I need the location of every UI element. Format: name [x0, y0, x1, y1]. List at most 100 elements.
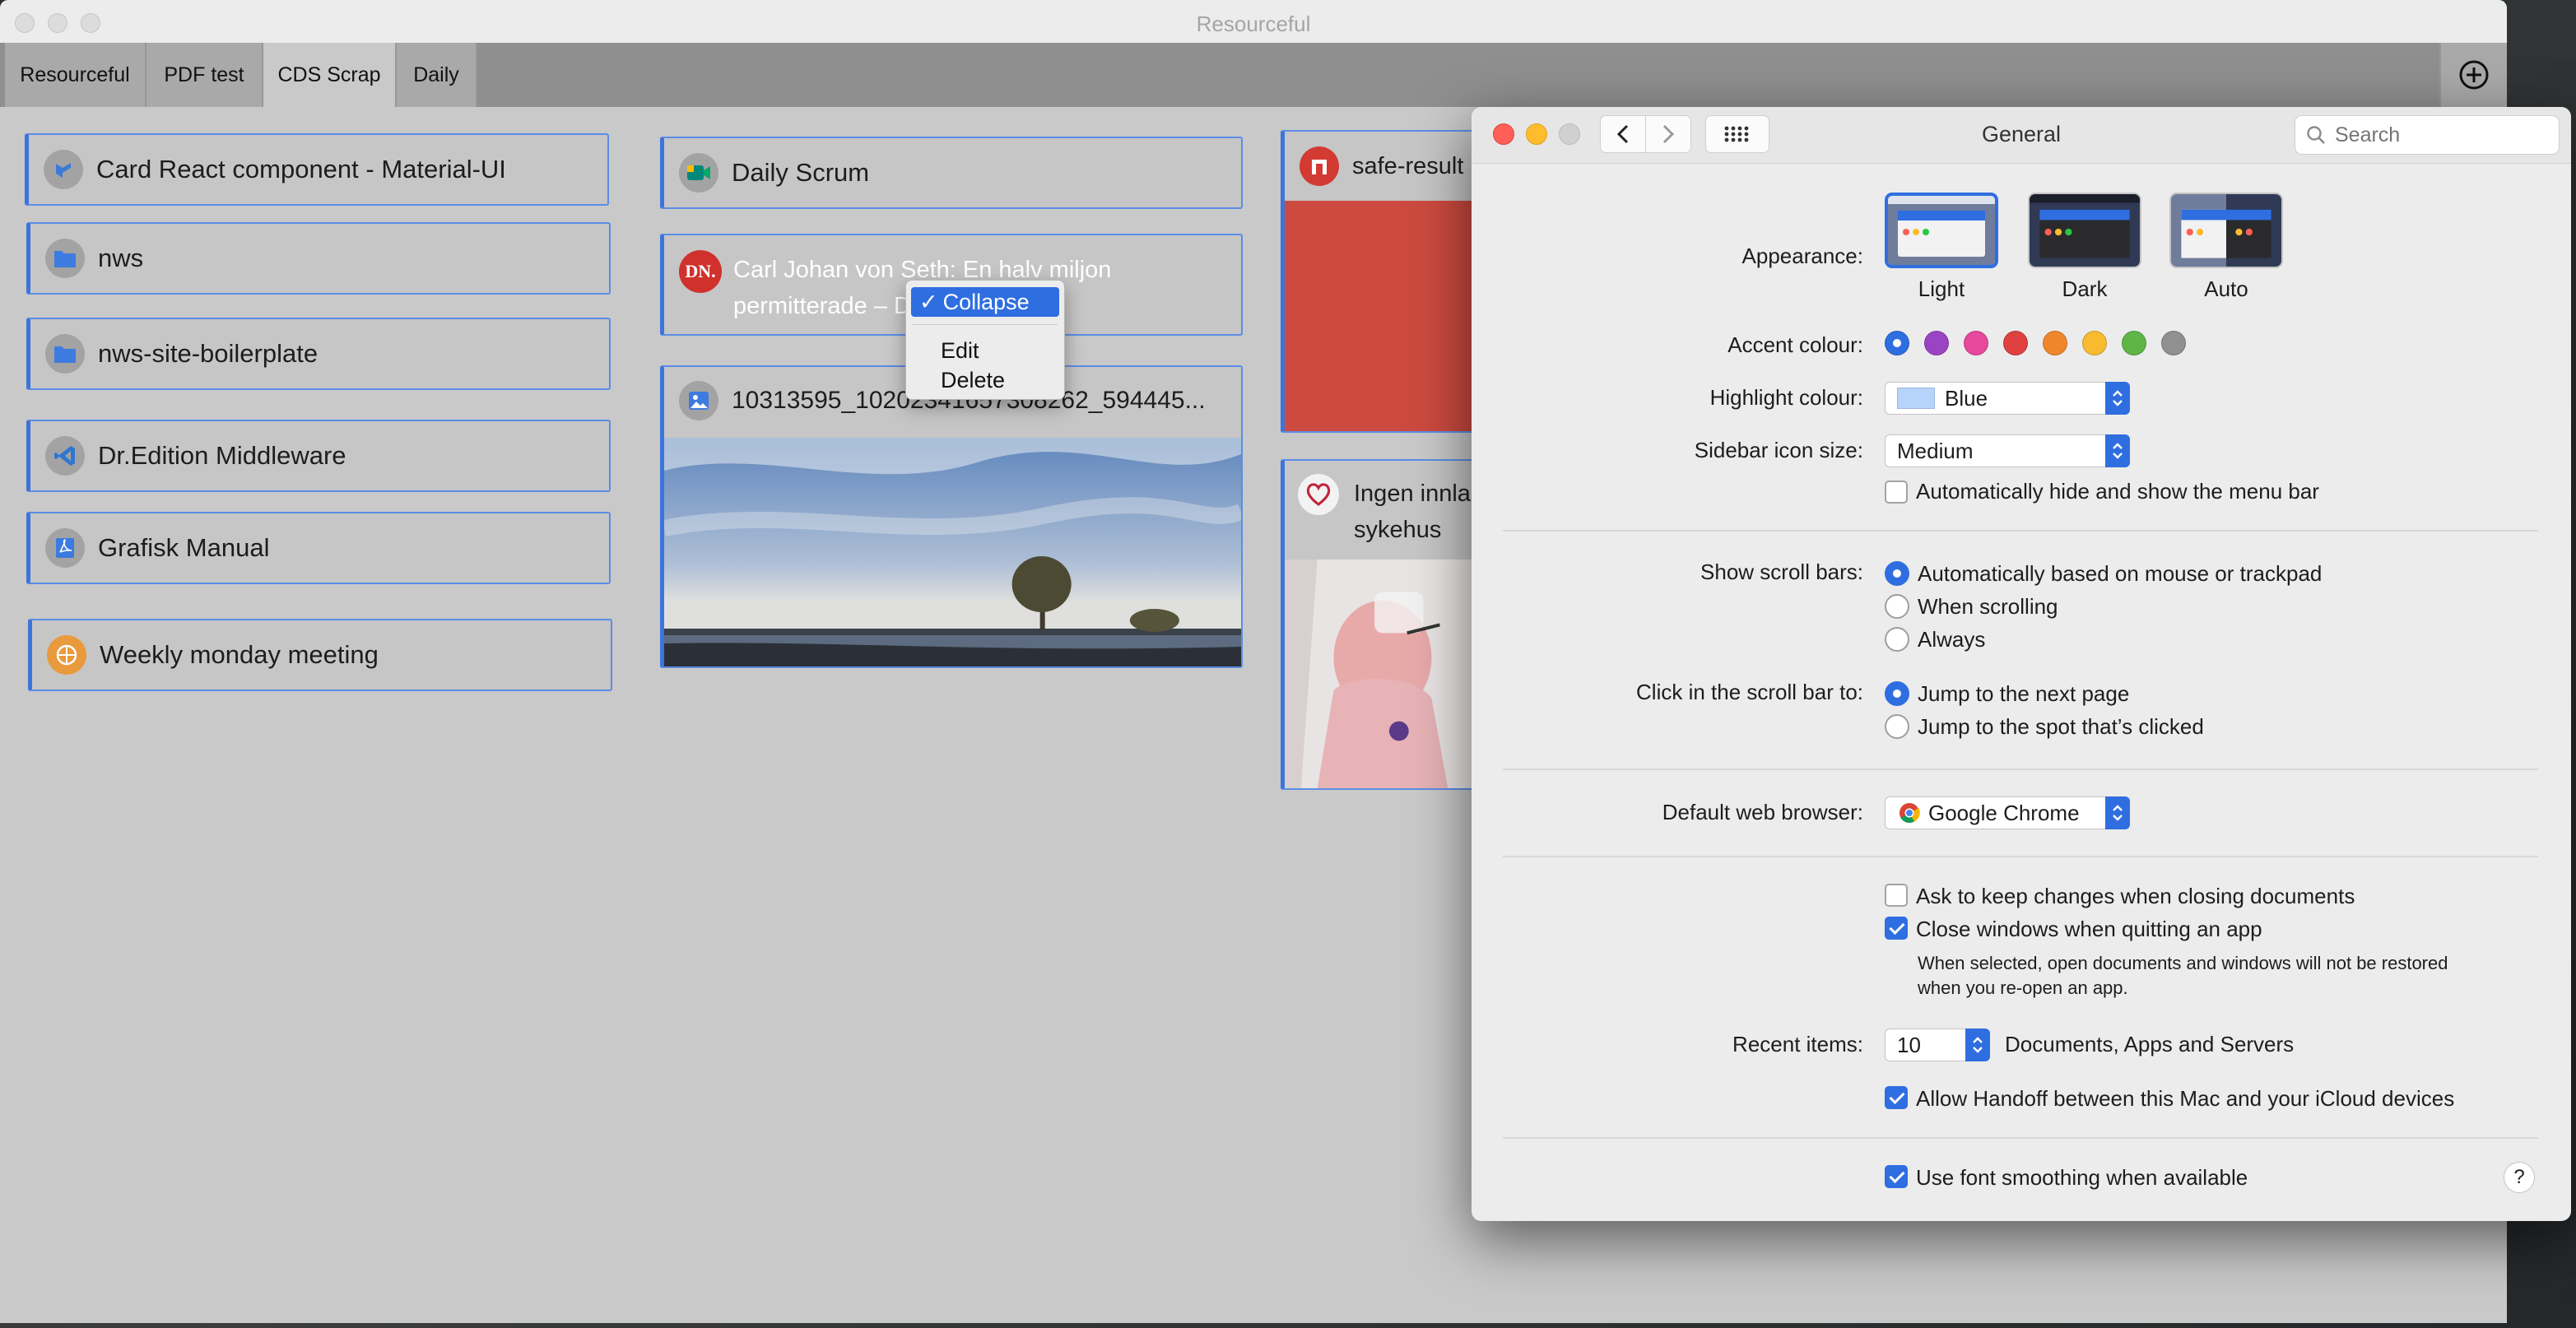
tab-daily[interactable]: Daily	[397, 43, 477, 107]
sidebar-icon-size-label: Sidebar icon size:	[1694, 438, 1863, 462]
tab-pdf-test[interactable]: PDF test	[146, 43, 263, 107]
add-board-button[interactable]	[2439, 43, 2507, 107]
appearance-light-option[interactable]	[1885, 193, 1998, 268]
appearance-dark-label: Dark	[2062, 276, 2108, 301]
auto-hide-menu-bar-label: Automatically hide and show the menu bar	[1916, 479, 2319, 504]
accent-colour-label: Accent colour:	[1727, 332, 1863, 357]
scroll-bars-automatic-radio[interactable]	[1885, 561, 1909, 586]
highlight-colour-swatch	[1897, 388, 1935, 409]
jump-spot-clicked-radio[interactable]	[1885, 714, 1909, 739]
card-ingen-innla[interactable]: Ingen innla sykehus	[1281, 459, 1478, 790]
show-scroll-bars-label: Show scroll bars:	[1700, 560, 1863, 584]
chevron-up-down-icon	[2105, 434, 2130, 467]
font-smoothing-label: Use font smoothing when available	[1916, 1165, 2248, 1190]
card-safe-result[interactable]: safe-result	[1281, 130, 1478, 433]
plus-circle-icon	[2459, 60, 2489, 90]
board-tab-bar: Resourceful PDF test CDS Scrap Daily	[0, 43, 2507, 107]
sidebar-icon-size-value: Medium	[1897, 438, 1974, 463]
safe-logo-icon	[1300, 146, 1339, 186]
google-meet-icon	[679, 153, 718, 193]
search-input[interactable]	[2333, 122, 2534, 148]
close-window-button[interactable]	[1493, 123, 1514, 145]
card-grafisk-manual[interactable]: Grafisk Manual	[26, 512, 611, 584]
click-scroll-bar-label: Click in the scroll bar to:	[1636, 680, 1863, 704]
accent-colour-swatch[interactable]	[2003, 331, 2028, 355]
divider	[1503, 1137, 2538, 1139]
appearance-light-label: Light	[1918, 276, 1965, 301]
menu-item-collapse[interactable]: ✓ Collapse	[911, 287, 1059, 317]
zoom-window-button[interactable]	[1559, 123, 1580, 145]
menu-item-delete[interactable]: Delete	[941, 368, 1005, 393]
default-browser-popup[interactable]: Google Chrome	[1885, 796, 2130, 829]
image-preview	[1285, 560, 1476, 788]
card-nws[interactable]: nws	[26, 222, 611, 295]
card-nws-site-boilerplate[interactable]: nws-site-boilerplate	[26, 318, 611, 390]
card-title-line: sykehus	[1354, 517, 1442, 543]
accent-colour-swatch[interactable]	[2043, 331, 2067, 355]
sidebar-icon-size-popup[interactable]: Medium	[1885, 434, 2130, 467]
scroll-bars-when-scrolling-radio[interactable]	[1885, 594, 1909, 619]
card-title: Grafisk Manual	[98, 533, 270, 562]
card-material-ui[interactable]: Card React component - Material-UI	[25, 133, 609, 206]
accent-colour-swatch[interactable]	[2082, 331, 2107, 355]
ask-keep-changes-checkbox[interactable]	[1885, 884, 1908, 907]
card-title: nws	[98, 244, 144, 272]
card-title: safe-result	[1352, 152, 1464, 179]
help-button[interactable]: ?	[2504, 1162, 2535, 1193]
back-button[interactable]	[1600, 115, 1646, 153]
accent-colour-swatch[interactable]	[1964, 331, 1988, 355]
auto-hide-menu-bar-checkbox[interactable]	[1885, 481, 1908, 504]
jump-spot-clicked-label: Jump to the spot that’s clicked	[1918, 714, 2204, 739]
card-title: Card React component - Material-UI	[96, 155, 506, 183]
meeting-icon	[47, 635, 86, 675]
chevron-up-down-icon	[1965, 1029, 1990, 1061]
chevron-right-icon	[1662, 124, 1675, 144]
close-windows-label: Close windows when quitting an app	[1916, 917, 2262, 941]
card-title-line: Ingen innla	[1354, 481, 1471, 507]
close-windows-note: When selected, open documents and window…	[1918, 951, 2448, 1001]
close-windows-checkbox[interactable]	[1885, 917, 1908, 940]
card-title: Dr.Edition Middleware	[98, 441, 346, 470]
menu-separator	[913, 324, 1058, 325]
forward-button[interactable]	[1645, 115, 1691, 153]
accent-colour-swatch[interactable]	[1885, 331, 1909, 355]
tab-cds-scrap[interactable]: CDS Scrap	[263, 43, 397, 107]
tab-resourceful[interactable]: Resourceful	[5, 43, 146, 107]
font-smoothing-checkbox[interactable]	[1885, 1165, 1908, 1188]
ask-keep-changes-label: Ask to keep changes when closing documen…	[1916, 884, 2355, 908]
card-title: Daily Scrum	[732, 158, 870, 187]
grid-icon	[1724, 126, 1749, 142]
card-daily-scrum[interactable]: Daily Scrum	[660, 137, 1243, 209]
appearance-dark-option[interactable]	[2028, 193, 2141, 268]
default-browser-value: Google Chrome	[1928, 800, 2080, 825]
image-preview	[1285, 201, 1476, 431]
minimize-window-button[interactable]	[1526, 123, 1547, 145]
chrome-icon	[1899, 803, 1920, 824]
accent-colour-swatch[interactable]	[1924, 331, 1949, 355]
recent-items-popup[interactable]: 10	[1885, 1029, 1990, 1061]
checkmark-icon: ✓	[919, 289, 938, 314]
handoff-label: Allow Handoff between this Mac and your …	[1916, 1086, 2455, 1111]
note-line: when you re-open an app.	[1918, 977, 2128, 998]
card-weekly-monday-meeting[interactable]: Weekly monday meeting	[28, 619, 612, 691]
material-ui-icon	[44, 150, 83, 189]
appearance-auto-option[interactable]	[2169, 193, 2283, 268]
search-field[interactable]	[2295, 115, 2560, 155]
highlight-colour-popup[interactable]: Blue	[1885, 382, 2130, 415]
accent-colour-swatch[interactable]	[2122, 331, 2146, 355]
menu-item-edit[interactable]: Edit	[941, 338, 979, 364]
card-title: nws-site-boilerplate	[98, 339, 319, 368]
card-dr-edition-middleware[interactable]: Dr.Edition Middleware	[26, 420, 611, 492]
scroll-bars-when-scrolling-label: When scrolling	[1918, 594, 2058, 619]
recent-items-suffix: Documents, Apps and Servers	[2005, 1032, 2295, 1056]
jump-next-page-radio[interactable]	[1885, 681, 1909, 706]
scroll-bars-always-radio[interactable]	[1885, 627, 1909, 652]
show-all-button[interactable]	[1705, 115, 1769, 153]
accent-colour-swatch[interactable]	[2161, 331, 2186, 355]
card-image[interactable]: 10313595_10202341657308262_594445...	[660, 365, 1243, 668]
folder-icon	[45, 334, 85, 374]
scroll-bars-automatic-label: Automatically based on mouse or trackpad	[1918, 561, 2323, 586]
title-bar: Resourceful	[0, 0, 2507, 44]
divider	[1503, 530, 2538, 532]
handoff-checkbox[interactable]	[1885, 1086, 1908, 1109]
